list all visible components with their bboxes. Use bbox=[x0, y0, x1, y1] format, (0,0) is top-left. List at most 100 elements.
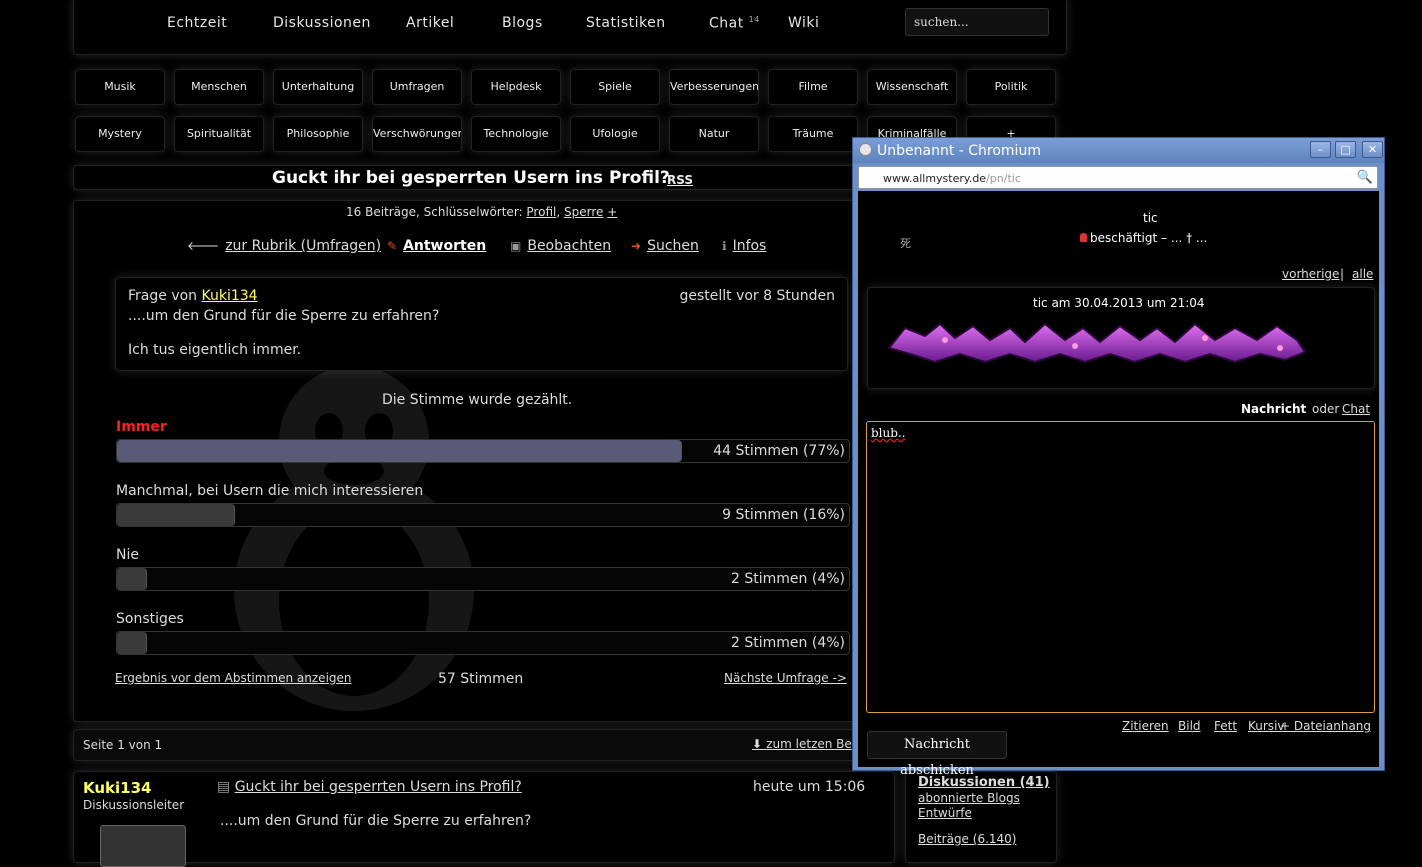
info-link[interactable]: ℹ Infos bbox=[722, 238, 766, 254]
back-to-category-link[interactable]: 🡐 zur Rubrik (Umfragen) bbox=[187, 238, 381, 254]
zoom-icon[interactable]: 🔍 bbox=[1357, 170, 1373, 185]
nav-statistiken[interactable]: Statistiken bbox=[586, 15, 666, 31]
poll-result-fill bbox=[117, 568, 147, 590]
sidebar-subscribed-blogs-link[interactable]: abonnierte Blogs bbox=[918, 791, 1020, 805]
maximize-icon[interactable]: □ bbox=[1335, 141, 1356, 158]
category-button[interactable]: Politik bbox=[966, 69, 1056, 105]
watch-label: Beobachten bbox=[527, 238, 612, 254]
reply-link[interactable]: ✎ Antworten bbox=[387, 238, 486, 254]
search-input[interactable]: suchen... bbox=[905, 8, 1049, 36]
chromium-popup-window: Unbenannt - Chromium – □ ✕ www.allmyster… bbox=[852, 137, 1385, 778]
category-button[interactable]: Verbesserungen bbox=[669, 69, 759, 105]
back-label: zur Rubrik (Umfragen) bbox=[225, 238, 382, 254]
previous-messages-link[interactable]: vorherige bbox=[1282, 267, 1339, 281]
category-button[interactable]: Spiele bbox=[570, 69, 660, 105]
category-button[interactable]: Helpdesk bbox=[471, 69, 561, 105]
poll-option-label: Immer bbox=[116, 419, 167, 435]
post: Kuki134 Diskussionsleiter ▤ Guckt ihr be… bbox=[73, 771, 895, 867]
show-results-link[interactable]: Ergebnis vor dem Abstimmen anzeigen bbox=[115, 671, 352, 685]
total-votes: 57 Stimmen bbox=[438, 671, 524, 687]
nav-artikel[interactable]: Artikel bbox=[406, 15, 454, 31]
category-button[interactable]: Mystery bbox=[75, 116, 165, 152]
graffiti-image bbox=[887, 322, 1307, 364]
watch-link[interactable]: ▣ Beobachten bbox=[510, 238, 611, 254]
category-button[interactable]: Musik bbox=[75, 69, 165, 105]
post-author[interactable]: Kuki134 bbox=[83, 779, 151, 797]
search-arrow-icon: ➜ bbox=[631, 239, 642, 253]
nav-chat-label: Chat bbox=[709, 15, 744, 32]
category-button[interactable]: Filme bbox=[768, 69, 858, 105]
poll-option-label: Sonstiges bbox=[116, 611, 184, 627]
chat-link[interactable]: Chat bbox=[1342, 402, 1370, 416]
poll-result-fill bbox=[117, 632, 147, 654]
url-path: /pn/tic bbox=[986, 172, 1021, 185]
all-messages-link[interactable]: alle bbox=[1352, 267, 1373, 281]
link-separator: | bbox=[1340, 267, 1345, 281]
to-last-label: zum letzen Be bbox=[766, 737, 852, 751]
private-message-page: tic 死 beschäftigt – ... † ... vorherige … bbox=[858, 191, 1379, 778]
category-button[interactable]: Menschen bbox=[174, 69, 264, 105]
question-from: Frage von Kuki134 bbox=[128, 288, 258, 304]
category-button[interactable]: Natur bbox=[669, 116, 759, 152]
sidebar-posts-link[interactable]: Beiträge (6.140) bbox=[918, 832, 1016, 846]
bold-link[interactable]: Fett bbox=[1214, 719, 1237, 733]
reply-label: Antworten bbox=[403, 238, 487, 254]
category-button[interactable]: Technologie bbox=[471, 116, 561, 152]
sidebar-drafts-link[interactable]: Entwürfe bbox=[918, 806, 972, 820]
penguin-watermark bbox=[234, 366, 474, 711]
image-link[interactable]: Bild bbox=[1178, 719, 1201, 733]
nav-echtzeit[interactable]: Echtzeit bbox=[167, 15, 227, 31]
message-textarea[interactable]: blub.. bbox=[866, 421, 1375, 713]
post-title[interactable]: ▤ Guckt ihr bei gesperrten Usern ins Pro… bbox=[217, 779, 522, 795]
minimize-icon[interactable]: – bbox=[1310, 141, 1331, 158]
search-thread-link[interactable]: ➜ Suchen bbox=[631, 238, 699, 254]
poll-result-text: 44 Stimmen (77%) bbox=[713, 443, 845, 459]
category-button[interactable]: Träume bbox=[768, 116, 858, 152]
category-button[interactable]: Umfragen bbox=[372, 69, 462, 105]
poll-result-text: 2 Stimmen (4%) bbox=[731, 635, 845, 651]
close-icon[interactable]: ✕ bbox=[1362, 141, 1383, 158]
poll-result-fill bbox=[117, 504, 235, 526]
poll-result-bar: 44 Stimmen (77%) bbox=[116, 439, 850, 463]
poll-result-bar: 2 Stimmen (4%) bbox=[116, 631, 850, 655]
category-button[interactable]: Philosophie bbox=[273, 116, 363, 152]
rss-link[interactable]: RSS bbox=[667, 173, 693, 187]
message-box: tic am 30.04.2013 um 21:04 bbox=[867, 287, 1375, 389]
category-button[interactable]: Unterhaltung bbox=[273, 69, 363, 105]
url-host: www.allmystery.de bbox=[883, 172, 987, 185]
watch-icon: ▣ bbox=[510, 239, 522, 253]
next-poll-link[interactable]: Nächste Umfrage -> bbox=[724, 671, 847, 685]
category-button[interactable]: Wissenschaft bbox=[867, 69, 957, 105]
category-button[interactable]: Spiritualität bbox=[174, 116, 264, 152]
user-sidebar: Diskussionen (41) abonnierte Blogs Entwü… bbox=[905, 771, 1057, 863]
busy-status-icon bbox=[1080, 233, 1087, 242]
pm-recipient-name[interactable]: tic bbox=[1143, 211, 1158, 225]
message-text: blub.. bbox=[871, 426, 906, 440]
nav-wiki[interactable]: Wiki bbox=[788, 15, 819, 31]
tag-profil[interactable]: Profil bbox=[526, 205, 556, 219]
nav-blogs[interactable]: Blogs bbox=[502, 15, 543, 31]
to-last-post-link[interactable]: ⬇ zum letzen Be bbox=[752, 737, 852, 751]
tags-more-link[interactable]: + bbox=[607, 205, 617, 219]
quote-link[interactable]: Zitieren bbox=[1122, 719, 1169, 733]
pm-status-text: beschäftigt – ... † ... bbox=[1090, 231, 1208, 245]
tag-sperre[interactable]: Sperre bbox=[564, 205, 603, 219]
window-titlebar[interactable]: Unbenannt - Chromium – □ ✕ bbox=[853, 138, 1384, 163]
poll-result-bar: 9 Stimmen (16%) bbox=[116, 503, 850, 527]
avatar[interactable] bbox=[100, 825, 186, 867]
tags-prefix: 16 Beiträge, Schlüsselwörter: bbox=[346, 205, 523, 219]
post-text: ....um den Grund für die Sperre zu erfah… bbox=[220, 813, 532, 829]
category-button[interactable]: Ufologie bbox=[570, 116, 660, 152]
category-button[interactable]: Verschwörungen bbox=[372, 116, 462, 152]
info-label: Infos bbox=[732, 238, 767, 254]
send-message-button[interactable]: Nachricht abschicken bbox=[867, 731, 1007, 778]
nav-diskussionen[interactable]: Diskussionen bbox=[273, 15, 371, 31]
poll-result-text: 9 Stimmen (16%) bbox=[722, 507, 845, 523]
address-bar[interactable]: www.allmystery.de/pn/tic 🔍 bbox=[858, 166, 1378, 189]
reply-icon: ✎ bbox=[387, 239, 398, 253]
question-author-link[interactable]: Kuki134 bbox=[202, 288, 258, 304]
attachment-link[interactable]: + Dateianhang bbox=[1280, 719, 1371, 733]
question-box: Frage von Kuki134 gestellt vor 8 Stunden… bbox=[115, 277, 848, 371]
question-time: gestellt vor 8 Stunden bbox=[679, 288, 835, 304]
nav-chat[interactable]: Chat 14 bbox=[709, 15, 760, 32]
